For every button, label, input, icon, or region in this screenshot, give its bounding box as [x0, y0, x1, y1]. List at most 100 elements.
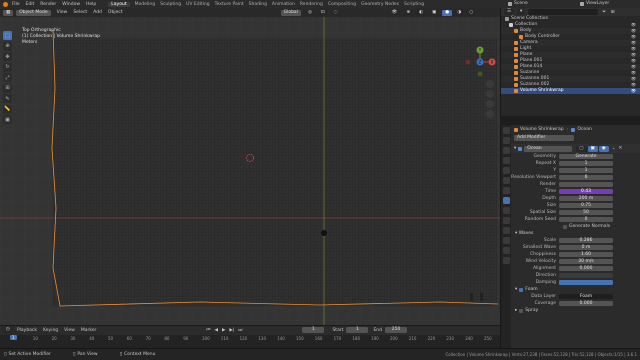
tab-modeling[interactable]: Modeling	[135, 2, 155, 7]
tab-scripting[interactable]: Scripting	[404, 2, 424, 7]
modifier-close-icon[interactable]: ✕	[619, 146, 623, 151]
property-field[interactable]: 30 m/s	[559, 258, 613, 265]
tool-tab-icon[interactable]	[502, 127, 510, 134]
snap-icon[interactable]: ⊡	[317, 9, 328, 16]
object-tab-icon[interactable]	[502, 187, 510, 194]
xray-icon[interactable]: ▣	[429, 9, 440, 16]
end-frame-field[interactable]: 250	[385, 327, 408, 333]
property-field[interactable]: 0.286	[559, 237, 613, 244]
add-cube-icon[interactable]: ▣	[3, 115, 12, 124]
transform-icon[interactable]: ⊞	[3, 83, 12, 93]
object-menu[interactable]: Object	[108, 10, 123, 15]
property-field[interactable]: 0.000	[559, 300, 613, 307]
foam-panel-header[interactable]: ▾ Foam	[511, 286, 640, 293]
blender-logo-icon[interactable]	[3, 1, 8, 7]
select-menu[interactable]: Select	[73, 10, 87, 15]
property-field[interactable]: Generate	[559, 153, 613, 160]
edit-mode-toggle-icon[interactable]: ▢	[576, 145, 587, 152]
gizmo-toggle-icon[interactable]: ⊕	[403, 9, 414, 16]
editor-type-button[interactable]: ▦	[3, 9, 14, 16]
data-tab-icon[interactable]	[502, 237, 510, 244]
proportional-edit-icon[interactable]: ◌	[330, 9, 341, 16]
tab-sculpting[interactable]: Sculpting	[160, 2, 181, 7]
zoom-icon[interactable]	[486, 80, 494, 88]
tab-layout[interactable]: Layout	[108, 1, 130, 7]
property-field[interactable]: 1	[559, 160, 613, 167]
rotate-icon[interactable]: ↻	[3, 62, 12, 72]
world-tab-icon[interactable]	[502, 177, 510, 184]
generate-normals-checkbox[interactable]	[563, 224, 567, 229]
new-collection-icon[interactable]: ⊞	[611, 10, 615, 15]
material-tab-icon[interactable]	[502, 247, 510, 254]
marker-menu[interactable]: Marker	[81, 328, 97, 333]
prev-key-icon[interactable]: ◀	[214, 328, 217, 333]
property-field[interactable]	[559, 272, 613, 279]
view-layer-selector[interactable]: ViewLayer	[580, 1, 609, 6]
property-field[interactable]: 50	[559, 209, 613, 216]
property-field[interactable]: 0	[559, 216, 613, 223]
playhead-indicator[interactable]: 1	[10, 335, 17, 340]
render-toggle-icon[interactable]: ◉	[598, 145, 609, 152]
shading-material-icon[interactable]: ◑	[454, 9, 465, 16]
property-field[interactable]: 6	[559, 174, 613, 181]
add-modifier-button[interactable]: Add Modifier	[514, 135, 574, 141]
measure-icon[interactable]: 📏	[3, 104, 12, 114]
mode-selector[interactable]: Object Mode	[16, 9, 51, 16]
modifier-tab-icon[interactable]	[502, 197, 510, 204]
outliner-editor-icon[interactable]: ☰	[504, 9, 515, 15]
cursor-icon[interactable]: ⊕	[3, 41, 12, 51]
property-field[interactable]	[559, 181, 613, 188]
viewport-toggle-icon[interactable]: ▣	[587, 145, 598, 152]
viewport-canvas[interactable]	[0, 8, 500, 325]
menu-window[interactable]: Window	[62, 2, 80, 7]
foam-checkbox[interactable]	[519, 287, 524, 292]
menu-edit[interactable]: Edit	[26, 2, 35, 7]
particles-tab-icon[interactable]	[502, 207, 510, 214]
outliner-search-input[interactable]	[528, 9, 599, 15]
grid-toggle-icon[interactable]	[486, 110, 494, 118]
jump-start-icon[interactable]: ⏮	[206, 327, 210, 333]
scale-icon[interactable]: ⤢	[3, 73, 12, 82]
frame-ruler[interactable]: 0102030405060708090100110120130140150160…	[0, 335, 500, 348]
annotate-icon[interactable]: ✎	[3, 94, 12, 103]
tab-texture-paint[interactable]: Texture Paint	[215, 2, 244, 7]
pivot-icon[interactable]: ◎	[304, 9, 315, 16]
jump-end-icon[interactable]: ⏭	[238, 327, 242, 333]
3d-viewport[interactable]: ▦ Object Mode View Select Add Object Glo…	[0, 8, 500, 325]
navigation-gizmo[interactable]: X Y Z	[462, 44, 498, 80]
tab-uv-editing[interactable]: UV Editing	[186, 2, 209, 7]
physics-tab-icon[interactable]	[502, 217, 510, 224]
camera-view-icon[interactable]	[486, 100, 494, 108]
menu-file[interactable]: File	[12, 2, 20, 7]
tab-compositing[interactable]: Compositing	[328, 2, 356, 7]
shading-solid-icon[interactable]: ●	[442, 9, 453, 16]
visibility-eye-icon[interactable]: 👁	[631, 88, 636, 94]
pan-hand-icon[interactable]	[486, 90, 494, 98]
filter-icon[interactable]: ⏷	[602, 9, 606, 15]
display-mode-icon[interactable]: ▾	[517, 9, 526, 15]
property-field[interactable]: 1	[559, 167, 613, 174]
property-field[interactable]: 200 m	[559, 195, 613, 202]
menu-render[interactable]: Render	[40, 2, 56, 7]
view-menu[interactable]: View	[57, 10, 68, 15]
constraints-tab-icon[interactable]	[502, 227, 510, 234]
start-frame-field[interactable]: 1	[346, 327, 369, 333]
property-field[interactable]: 0.43	[559, 188, 613, 195]
view-layer-tab-icon[interactable]	[502, 157, 510, 164]
output-tab-icon[interactable]	[502, 147, 510, 154]
shading-rendered-icon[interactable]: ○	[466, 9, 477, 16]
timeline-editor-icon[interactable]: ◷	[3, 327, 13, 333]
property-field[interactable]	[559, 279, 613, 286]
scene-tab-icon[interactable]	[502, 167, 510, 174]
current-frame-field[interactable]: 1	[302, 327, 325, 333]
keying-menu[interactable]: Keying	[43, 328, 58, 333]
play-icon[interactable]: ▶	[222, 328, 225, 333]
add-menu[interactable]: Add	[93, 10, 102, 15]
timeline-view-menu[interactable]: View	[64, 328, 75, 333]
overlay-icon[interactable]: ◐	[416, 9, 427, 16]
property-field[interactable]: 0.75	[559, 202, 613, 209]
visibility-icon[interactable]: 👁	[388, 9, 401, 16]
tab-rendering[interactable]: Rendering	[300, 2, 323, 7]
outliner-item[interactable]: Volume Shrinkwrap 👁	[501, 88, 640, 94]
tab-shading[interactable]: Shading	[249, 2, 267, 7]
